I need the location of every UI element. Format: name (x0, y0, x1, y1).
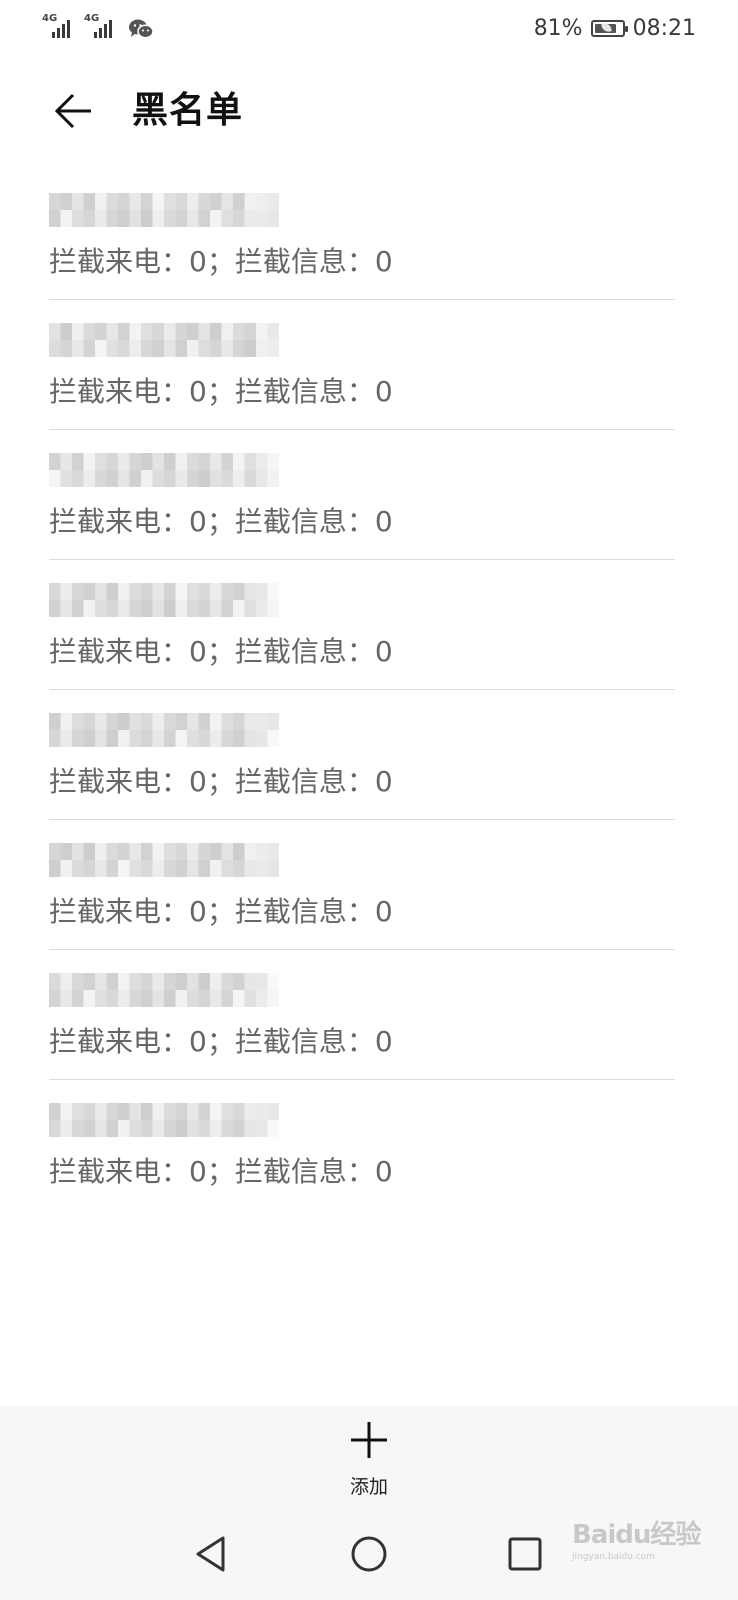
blocklist-item[interactable]: 拦截来电：0；拦截信息：0 (49, 430, 675, 560)
blocked-number-pixelated (49, 450, 329, 490)
block-stats: 拦截来电：0；拦截信息：0 (49, 1025, 393, 1058)
status-bar: 4G 4G 81% 08:21 (0, 0, 738, 56)
block-stats: 拦截来电：0；拦截信息：0 (49, 245, 393, 278)
add-button[interactable]: 添加 (319, 1414, 419, 1506)
network-type-1: 4G (42, 13, 58, 24)
plus-icon (351, 1422, 387, 1458)
block-stats: 拦截来电：0；拦截信息：0 (49, 1155, 393, 1188)
blocked-number-pixelated (49, 320, 329, 360)
blocked-number-pixelated (49, 1100, 329, 1140)
blocklist-item[interactable]: 拦截来电：0；拦截信息：0 (49, 820, 675, 950)
clock: 08:21 (632, 15, 696, 41)
watermark-url: jingyan.baidu.com (572, 1552, 656, 1562)
blocklist-item[interactable]: 拦截来电：0；拦截信息：0 (49, 690, 675, 820)
status-left-icons: 4G 4G (42, 14, 154, 40)
battery-icon (590, 19, 628, 37)
blocklist-item[interactable]: 拦截来电：0；拦截信息：0 (49, 300, 675, 430)
blocklist-item[interactable]: 拦截来电：0；拦截信息：0 (49, 950, 675, 1080)
battery-percent: 81% (533, 15, 583, 41)
watermark-text: Baidu经验 (572, 1520, 701, 1550)
baidu-watermark: Baidu经验 jingyan.baidu.com (572, 1506, 702, 1566)
nav-home-button[interactable] (341, 1526, 397, 1582)
square-recents-icon (508, 1537, 542, 1571)
wechat-icon (128, 18, 154, 40)
blocklist: 拦截来电：0；拦截信息：0 拦截来电：0；拦截信息：0 拦截来电：0；拦截信息：0 拦… (0, 170, 738, 1210)
block-stats: 拦截来电：0；拦截信息：0 (49, 375, 393, 408)
navigation-bar: Baidu经验 jingyan.baidu.com (0, 1510, 738, 1600)
signal-icon: 4G (42, 14, 78, 40)
blocked-number-pixelated (49, 840, 329, 880)
block-stats: 拦截来电：0；拦截信息：0 (49, 895, 393, 928)
triangle-back-icon (196, 1536, 225, 1572)
arrow-left-icon (54, 93, 91, 129)
add-label: 添加 (349, 1476, 388, 1498)
blocked-number-pixelated (49, 970, 329, 1010)
signal-icon: 4G (84, 14, 120, 40)
header: 黑名单 (0, 80, 738, 144)
blocked-number-pixelated (49, 190, 329, 230)
block-stats: 拦截来电：0；拦截信息：0 (49, 765, 393, 798)
block-stats: 拦截来电：0；拦截信息：0 (49, 635, 393, 668)
circle-home-icon (351, 1536, 387, 1572)
status-right: 81% 08:21 (534, 12, 696, 44)
blocked-number-pixelated (49, 710, 329, 750)
blocklist-item[interactable]: 拦截来电：0；拦截信息：0 (49, 1080, 675, 1210)
blocklist-item[interactable]: 拦截来电：0；拦截信息：0 (49, 170, 675, 300)
blocklist-item[interactable]: 拦截来电：0；拦截信息：0 (49, 560, 675, 690)
block-stats: 拦截来电：0；拦截信息：0 (49, 505, 393, 538)
blocked-number-pixelated (49, 580, 329, 620)
back-button[interactable] (48, 86, 98, 136)
nav-recents-button[interactable] (497, 1526, 553, 1582)
nav-back-button[interactable] (183, 1526, 239, 1582)
network-type-2: 4G (84, 13, 100, 24)
page-title: 黑名单 (132, 90, 244, 131)
add-bar: 添加 (0, 1406, 738, 1510)
